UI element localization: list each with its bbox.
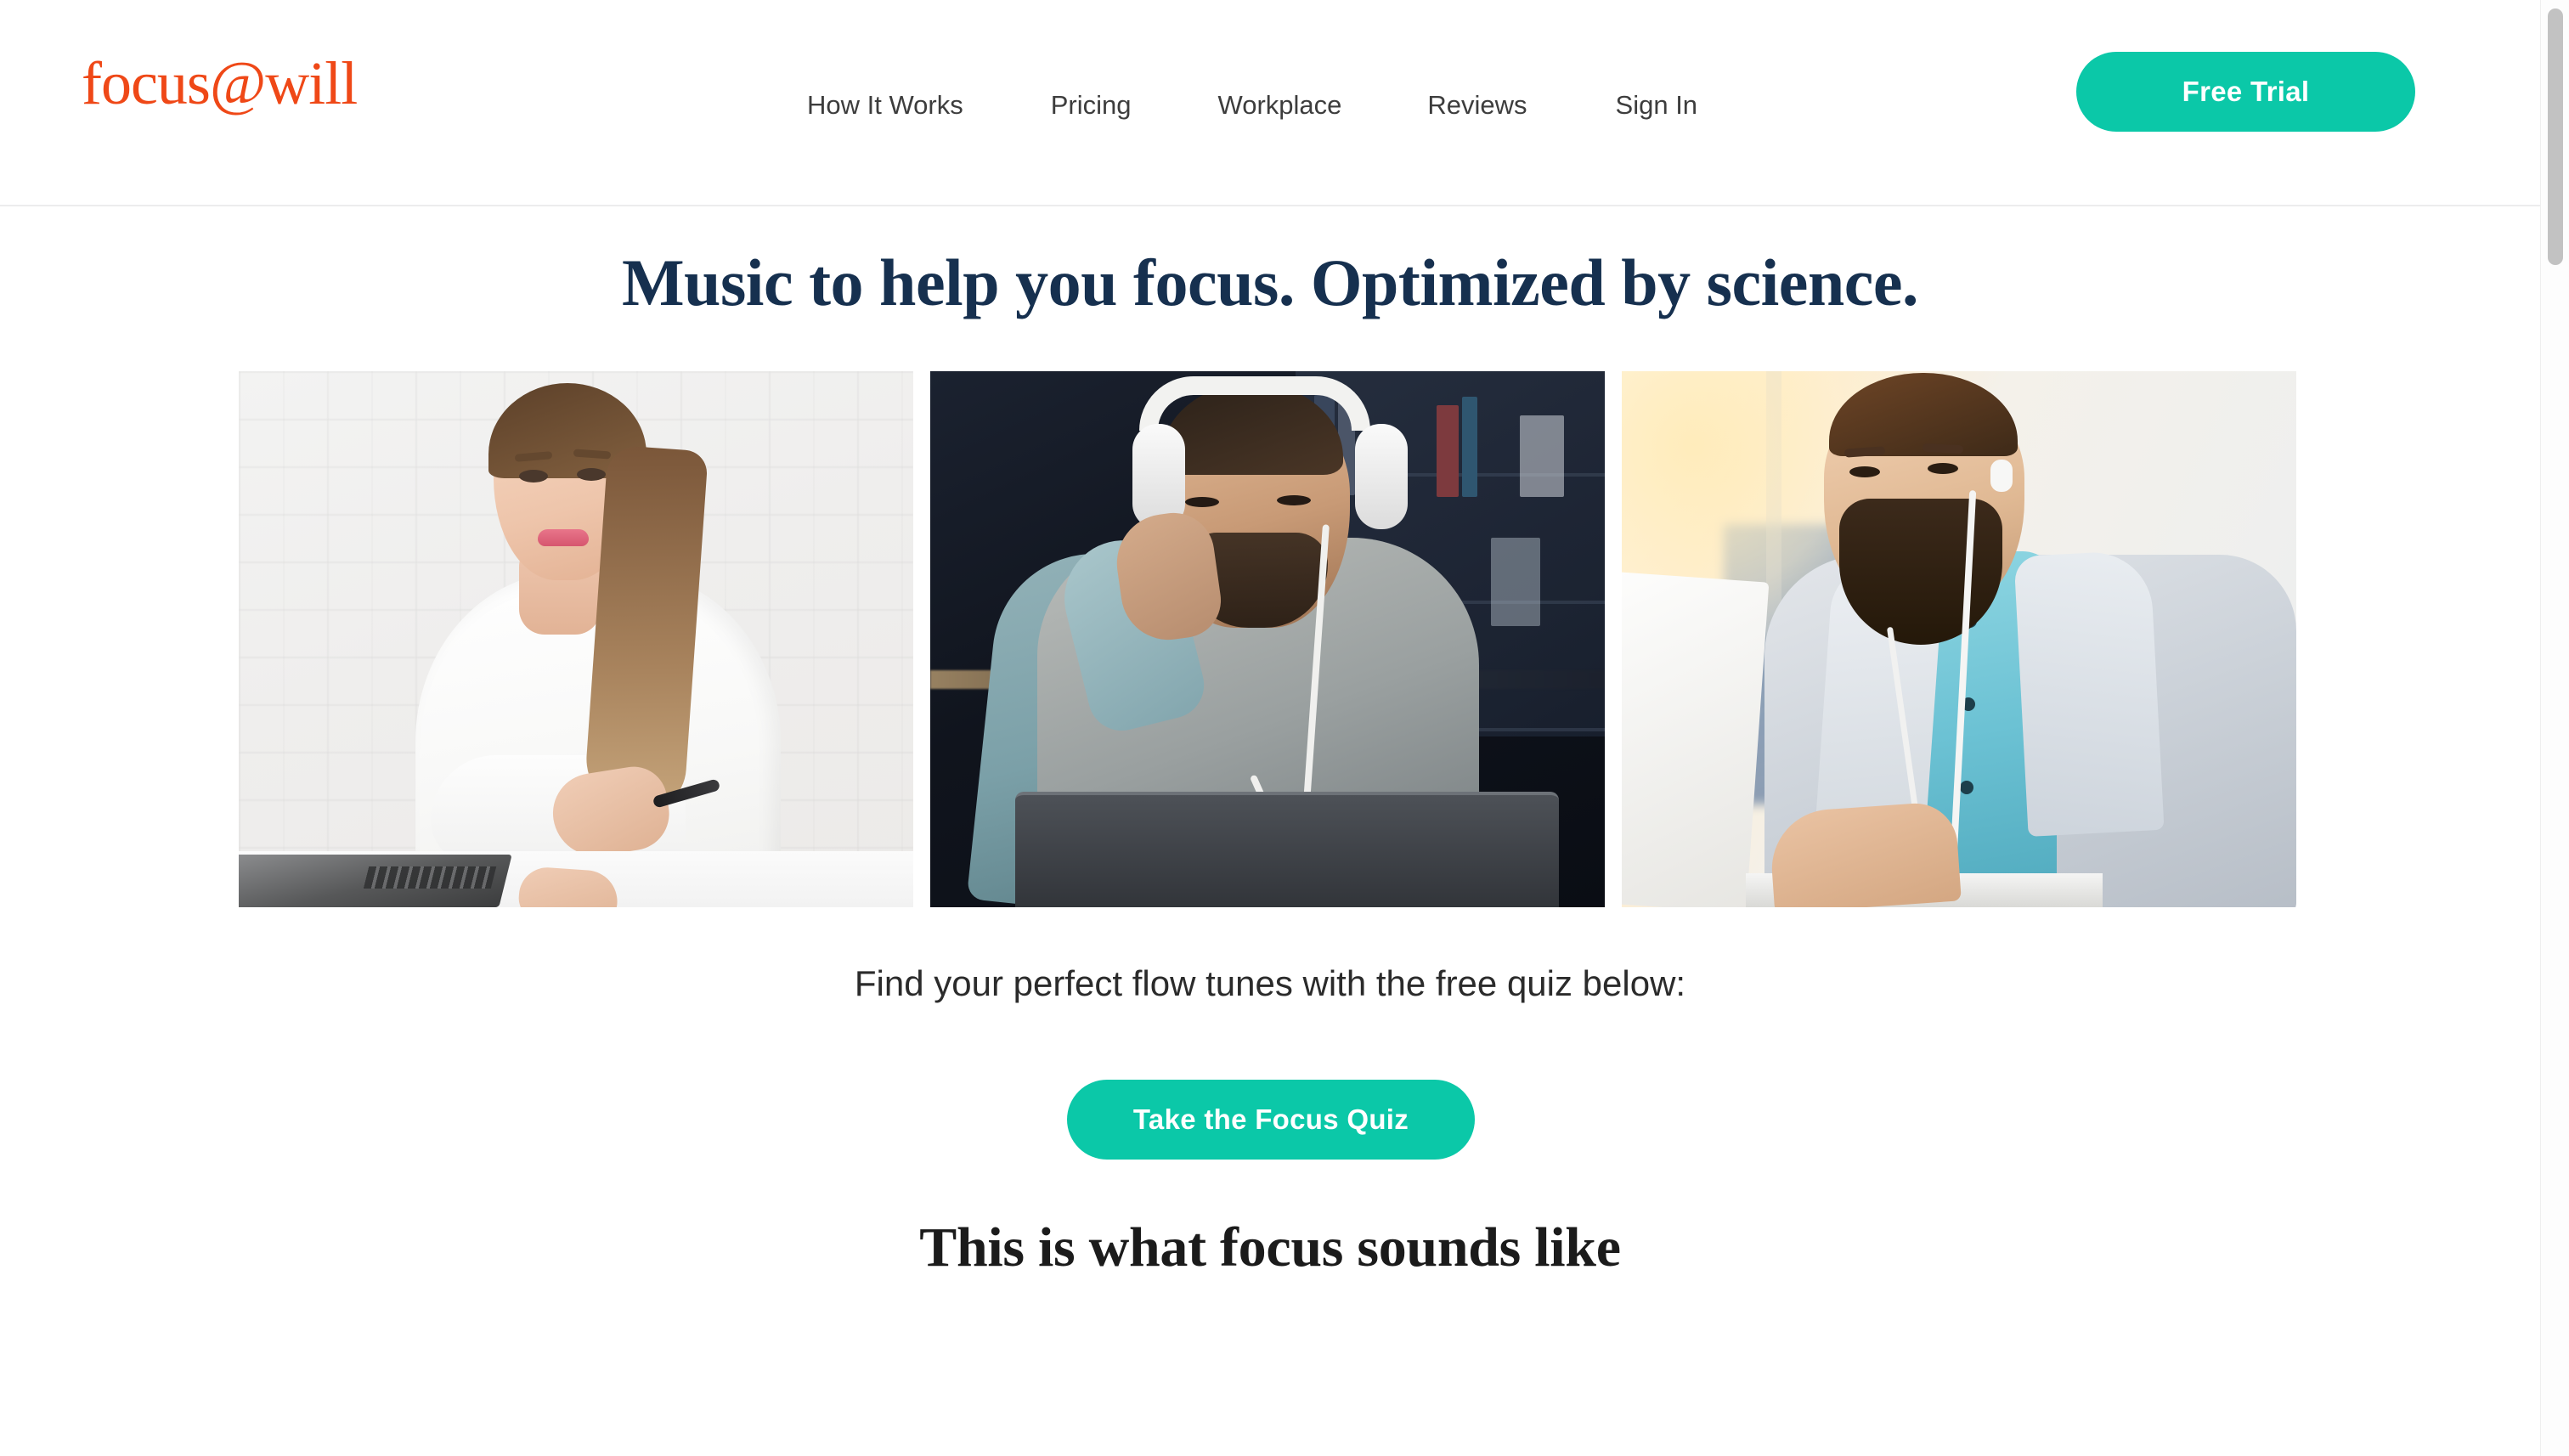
eye-right [1277, 495, 1311, 505]
eye-left [1185, 497, 1219, 507]
page-scrollbar-thumb[interactable] [2548, 8, 2563, 265]
laptop-keyboard [363, 866, 497, 889]
book-shape [1462, 397, 1477, 497]
page-title: Music to help you focus. Optimized by sc… [621, 245, 1919, 319]
earbud-shape [1990, 460, 2013, 492]
nav-item-sign-in[interactable]: Sign In [1616, 85, 1698, 126]
eye-right [1928, 463, 1958, 474]
page-scrollbar-track[interactable] [2540, 0, 2569, 1456]
take-focus-quiz-button[interactable]: Take the Focus Quiz [1067, 1080, 1475, 1160]
book-shape [1491, 538, 1540, 626]
laptop-screen-shape [1622, 572, 1770, 907]
nav-item-reviews[interactable]: Reviews [1427, 85, 1527, 126]
page-root: focus@will How It Works Pricing Workplac… [0, 0, 2569, 1456]
hero-photo-woman-white-brick: Smiling woman in white blouse holding a … [239, 371, 913, 907]
nav-item-workplace[interactable]: Workplace [1218, 85, 1342, 126]
hero-photo-man-headphones-dark: Bearded man wearing white over-ear headp… [930, 371, 1605, 907]
nav-item-pricing[interactable]: Pricing [1051, 85, 1132, 126]
quiz-prompt-text: Find your perfect flow tunes with the fr… [854, 963, 1686, 1003]
headphones-headband [1139, 376, 1370, 431]
hero-photo-gallery: Smiling woman in white blouse holding a … [239, 371, 2296, 907]
page-viewport: focus@will How It Works Pricing Workplac… [0, 0, 2540, 1456]
eye-left [519, 470, 548, 483]
eye-right [577, 468, 606, 481]
blazer-lapel-right [2013, 550, 2165, 837]
headphone-earcup-right [1355, 424, 1408, 529]
section-title-sounds-like: This is what focus sounds like [919, 1216, 1621, 1278]
book-shape [1520, 415, 1564, 497]
shirt-button [1960, 781, 1973, 794]
nav-item-how-it-works[interactable]: How It Works [807, 85, 963, 126]
laptop-shape [1015, 792, 1559, 907]
site-header: focus@will How It Works Pricing Workplac… [0, 0, 2540, 206]
primary-navigation: How It Works Pricing Workplace Reviews S… [807, 85, 1697, 126]
free-trial-button[interactable]: Free Trial [2076, 52, 2415, 132]
book-shape [1437, 405, 1459, 497]
lips-shape [538, 529, 589, 546]
eye-left [1849, 466, 1880, 477]
logo-focus-at-will[interactable]: focus@will [82, 53, 358, 114]
hero-photo-man-earbuds-bright: Bearded man in grey blazer and teal shir… [1622, 371, 2296, 907]
